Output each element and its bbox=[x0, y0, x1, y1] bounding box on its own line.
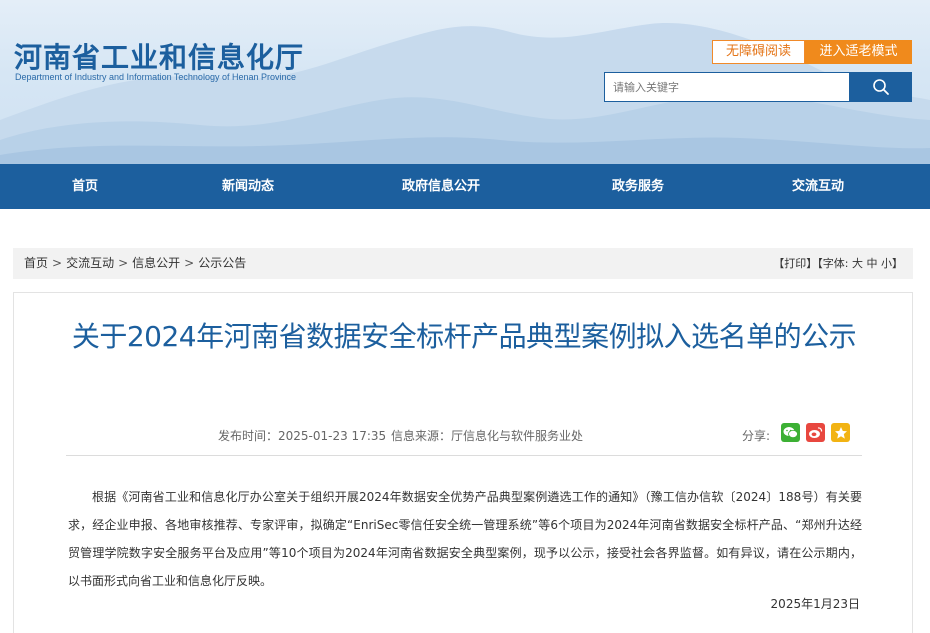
font-size-prefix: 【字体: bbox=[817, 257, 849, 270]
article-date: 2025年1月23日 bbox=[770, 597, 860, 611]
article-title: 关于2024年河南省数据安全标杆产品典型案例拟入选名单的公示 bbox=[71, 320, 857, 353]
main-nav: 首页 新闻动态 政府信息公开 政务服务 交流互动 bbox=[0, 164, 930, 209]
elder-mode-button[interactable]: 进入适老模式 bbox=[805, 40, 912, 64]
breadcrumb-bar: 首页 > 交流互动 > 信息公开 > 公示公告 【打印】【字体: 大 中 小】 bbox=[13, 248, 913, 279]
search-icon bbox=[872, 79, 889, 95]
breadcrumb-info-public[interactable]: 信息公开 bbox=[132, 256, 180, 270]
info-source: 信息来源：厅信息化与软件服务业处 bbox=[391, 429, 584, 443]
weibo-icon bbox=[809, 427, 823, 438]
star-icon bbox=[834, 426, 847, 439]
breadcrumb: 首页 > 交流互动 > 信息公开 > 公示公告 bbox=[24, 248, 246, 279]
font-medium-button[interactable]: 中 bbox=[867, 257, 878, 270]
wechat-share-button[interactable] bbox=[781, 423, 800, 442]
font-size-suffix: 】 bbox=[892, 257, 903, 270]
wechat-icon bbox=[783, 427, 798, 438]
search-button[interactable] bbox=[849, 72, 912, 102]
breadcrumb-separator: > bbox=[118, 256, 129, 270]
weibo-share-button[interactable] bbox=[806, 423, 825, 442]
breadcrumb-separator: > bbox=[184, 256, 195, 270]
share-label: 分享: bbox=[742, 429, 771, 443]
page-tools: 【打印】【字体: 大 中 小】 bbox=[773, 248, 903, 279]
print-button[interactable]: 【打印】 bbox=[773, 257, 817, 270]
breadcrumb-home[interactable]: 首页 bbox=[24, 256, 48, 270]
nav-item-news[interactable]: 新闻动态 bbox=[222, 164, 274, 209]
nav-item-gov-info[interactable]: 政府信息公开 bbox=[402, 164, 480, 209]
article-panel: 关于2024年河南省数据安全标杆产品典型案例拟入选名单的公示 发布时间：2025… bbox=[13, 292, 913, 633]
site-header: 河南省工业和信息化厅 Department of Industry and In… bbox=[0, 0, 930, 164]
accessible-reading-button[interactable]: 无障碍阅读 bbox=[712, 40, 805, 64]
font-small-button[interactable]: 小 bbox=[881, 257, 892, 270]
meta-divider bbox=[66, 455, 862, 456]
nav-item-services[interactable]: 政务服务 bbox=[612, 164, 664, 209]
search-input[interactable] bbox=[604, 72, 850, 102]
site-logo-subtitle: Department of Industry and Information T… bbox=[15, 72, 296, 82]
font-large-button[interactable]: 大 bbox=[852, 257, 863, 270]
nav-item-home[interactable]: 首页 bbox=[72, 164, 98, 209]
breadcrumb-notice[interactable]: 公示公告 bbox=[198, 256, 246, 270]
article-body: 根据《河南省工业和信息化厅办公室关于组织开展2024年数据安全优势产品典型案例遴… bbox=[68, 490, 862, 588]
publish-time: 发布时间：2025-01-23 17:35 bbox=[218, 429, 387, 443]
breadcrumb-interaction[interactable]: 交流互动 bbox=[66, 256, 114, 270]
site-logo-title[interactable]: 河南省工业和信息化厅 bbox=[14, 36, 304, 76]
breadcrumb-separator: > bbox=[52, 256, 63, 270]
nav-item-interaction[interactable]: 交流互动 bbox=[792, 164, 844, 209]
qzone-share-button[interactable] bbox=[831, 423, 850, 442]
